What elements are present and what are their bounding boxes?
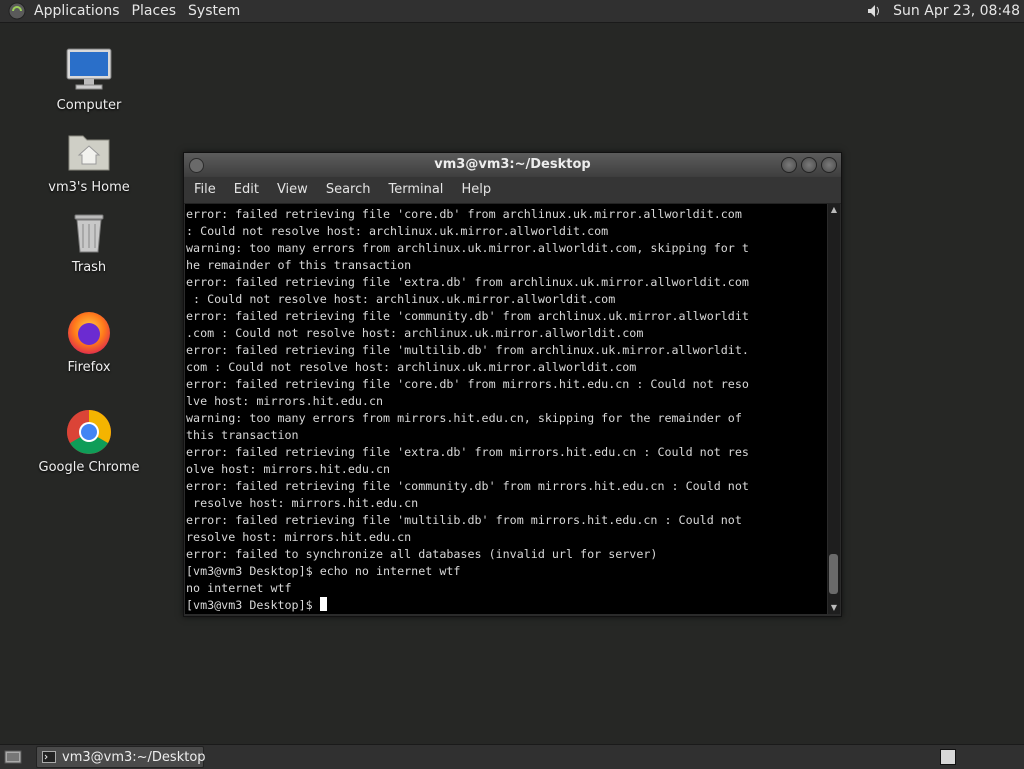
window-title: vm3@vm3:~/Desktop [434,157,591,172]
menu-view[interactable]: View [268,177,317,203]
terminal-icon [42,751,56,763]
desktop-icon-firefox[interactable]: Firefox [29,306,149,376]
menu-system[interactable]: System [182,0,246,22]
bottom-panel: vm3@vm3:~/Desktop [0,744,1024,769]
terminal-line: lve host: mirrors.hit.edu.cn [186,394,384,408]
menu-help[interactable]: Help [452,177,500,203]
terminal-line: error: failed retrieving file 'community… [186,479,749,493]
terminal-line: warning: too many errors from archlinux.… [186,241,749,255]
desktop-icon-label: Trash [71,260,107,275]
terminal-line: error: failed retrieving file 'extra.db'… [186,275,749,289]
terminal-line: error: failed retrieving file 'community… [186,309,749,323]
clock[interactable]: Sun Apr 23, 08:48 [893,3,1020,19]
terminal-text: error: failed retrieving file 'core.db' … [185,204,827,614]
desktop-icon-trash[interactable]: Trash [29,206,149,276]
window-titlebar[interactable]: vm3@vm3:~/Desktop [184,153,841,177]
terminal-line: error: failed retrieving file 'core.db' … [186,377,749,391]
firefox-icon [63,306,115,358]
menu-search[interactable]: Search [317,177,380,203]
maximize-button[interactable] [801,157,817,173]
scrollbar-thumb[interactable] [829,554,838,594]
terminal-line: error: failed retrieving file 'core.db' … [186,207,742,221]
window-menu-icon[interactable] [189,158,204,173]
volume-icon[interactable] [863,0,885,22]
terminal-line: resolve host: mirrors.hit.edu.cn [193,496,419,510]
taskbar-terminal-button[interactable]: vm3@vm3:~/Desktop [36,746,206,768]
terminal-line: warning: too many errors from mirrors.hi… [186,411,742,425]
terminal-line: this transaction [186,428,299,442]
desktop-icon-label: vm3's Home [48,180,130,195]
desktop-icon-computer[interactable]: Computer [29,44,149,114]
top-panel: Applications Places System Sun Apr 23, 0… [0,0,1024,23]
terminal-line: error: failed retrieving file 'multilib.… [186,513,742,527]
terminal-prompt: [vm3@vm3 Desktop]$ [186,598,320,612]
terminal-menubar: File Edit View Search Terminal Help [184,177,841,204]
terminal-line: : Could not resolve host: archlinux.uk.m… [186,224,609,238]
terminal-line: : Could not resolve host: archlinux.uk.m… [193,292,616,306]
terminal-window[interactable]: vm3@vm3:~/Desktop File Edit View Search … [183,152,842,617]
menu-edit[interactable]: Edit [225,177,268,203]
computer-icon [63,44,115,96]
desktop-icon-chrome[interactable]: Google Chrome [29,406,149,476]
scroll-up-arrow-icon[interactable]: ▲ [828,204,840,216]
terminal-line: [vm3@vm3 Desktop]$ echo no internet wtf [186,564,461,578]
terminal-line: error: failed retrieving file 'extra.db'… [186,445,749,459]
terminal-line: no internet wtf [186,581,292,595]
terminal-cursor [319,597,327,611]
home-folder-icon [63,126,115,178]
chrome-icon [63,406,115,458]
distro-logo-icon[interactable] [6,0,28,22]
terminal-line: com : Could not resolve host: archlinux.… [186,360,637,374]
taskbar-button-label: vm3@vm3:~/Desktop [62,749,206,765]
desktop-icon-label: Google Chrome [38,460,140,475]
trash-icon [63,206,115,258]
terminal-line: error: failed retrieving file 'multilib.… [186,343,749,357]
terminal-line: .com : Could not resolve host: archlinux… [186,326,644,340]
desktop-icon-label: Firefox [67,360,111,375]
terminal-scrollbar[interactable]: ▲ ▼ [828,204,840,614]
desktop-icon-label: Computer [56,98,122,113]
close-button[interactable] [821,157,837,173]
menu-terminal[interactable]: Terminal [379,177,452,203]
terminal-output[interactable]: error: failed retrieving file 'core.db' … [185,204,827,614]
terminal-line: olve host: mirrors.hit.edu.cn [186,462,391,476]
show-desktop-icon[interactable] [2,746,24,768]
terminal-line: he remainder of this transaction [186,258,412,272]
terminal-line: error: failed to synchronize all databas… [186,547,658,561]
desktop-icon-home[interactable]: vm3's Home [29,126,149,196]
menu-places[interactable]: Places [126,0,183,22]
terminal-line: resolve host: mirrors.hit.edu.cn [186,530,412,544]
menu-file[interactable]: File [184,177,225,203]
minimize-button[interactable] [781,157,797,173]
menu-applications[interactable]: Applications [28,0,126,22]
workspace-switcher[interactable] [940,749,956,765]
scroll-down-arrow-icon[interactable]: ▼ [828,602,840,614]
